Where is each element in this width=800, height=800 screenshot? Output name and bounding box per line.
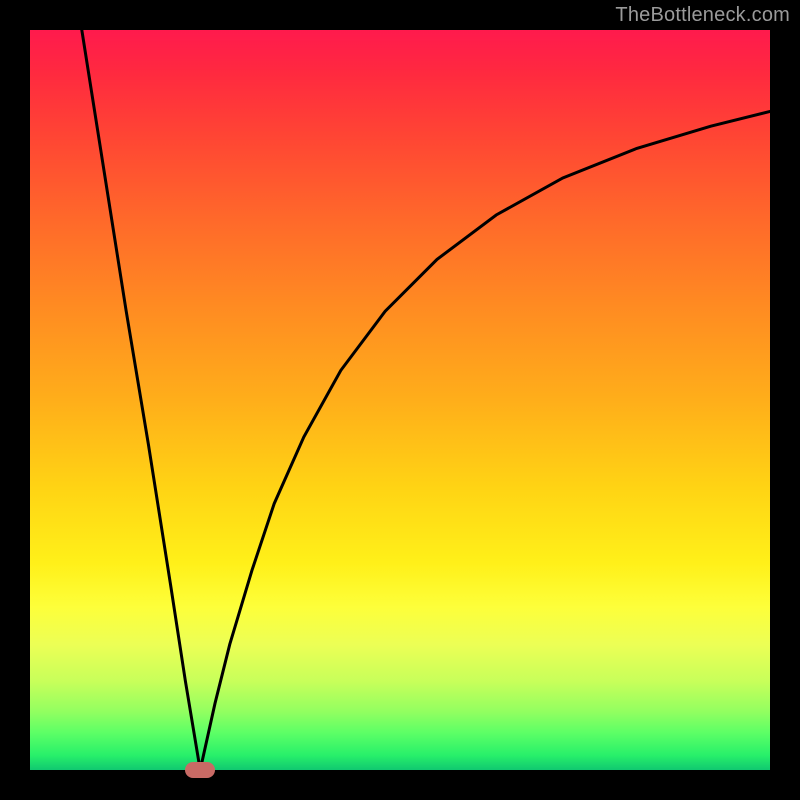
chart-frame: TheBottleneck.com bbox=[0, 0, 800, 800]
watermark-text: TheBottleneck.com bbox=[615, 4, 790, 27]
bottleneck-curve bbox=[30, 30, 770, 770]
optimal-point-marker bbox=[185, 762, 215, 778]
plot-area bbox=[30, 30, 770, 770]
